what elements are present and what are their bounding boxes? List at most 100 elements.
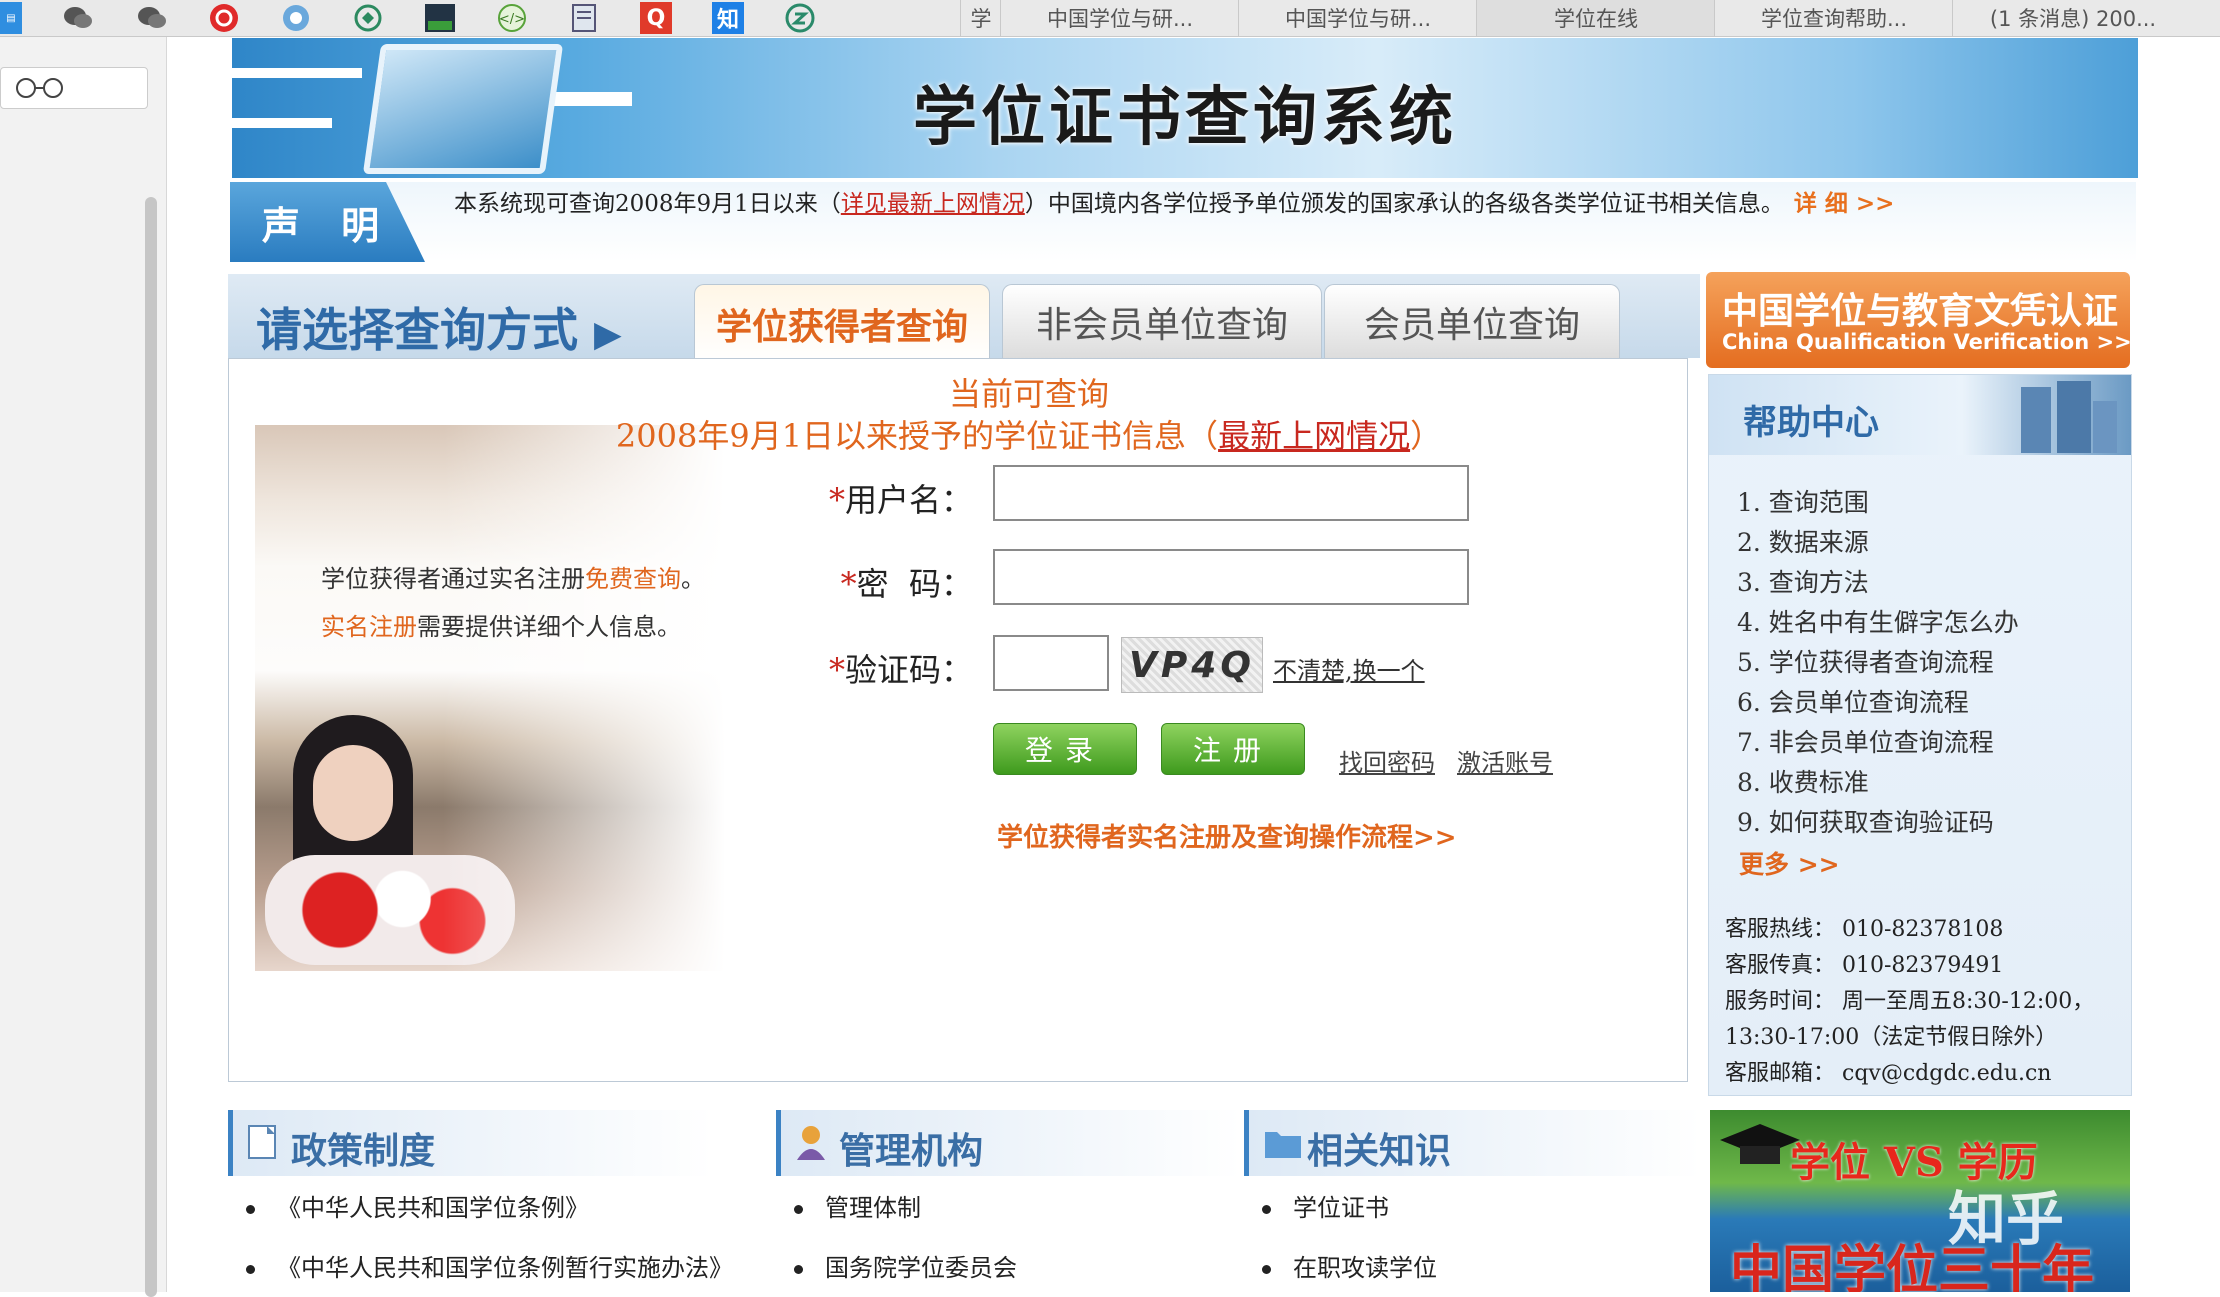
query-form-panel: 学位获得者通过实名注册免费查询。 实名注册需要提供详细个人信息。 当前可查询 2… xyxy=(228,358,1688,1082)
captcha-label: *验证码： xyxy=(828,651,973,689)
bullet xyxy=(794,1265,803,1274)
help-center-header: 帮助中心 xyxy=(1709,375,2131,455)
registration-flow-link[interactable]: 学位获得者实名注册及查询操作流程>> xyxy=(997,817,1457,854)
notice-label: 声 明 xyxy=(230,182,425,262)
activate-account-link[interactable]: 激活账号 xyxy=(1457,743,1553,778)
captcha-image: VP4Q xyxy=(1121,637,1263,693)
photo-caption-1: 学位获得者通过实名注册免费查询。 xyxy=(321,565,705,593)
captcha-refresh-link[interactable]: 不清楚,换一个 xyxy=(1273,651,1425,686)
photo-caption-2: 实名注册需要提供详细个人信息。 xyxy=(321,613,681,641)
query-method-label: 请选择查询方式 ▶ xyxy=(256,303,622,357)
help-item[interactable]: 4. 姓名中有生僻字怎么办 xyxy=(1737,603,2019,643)
knowledge-link[interactable]: 在职攻读学位 xyxy=(1262,1248,1437,1283)
help-item[interactable]: 9. 如何获取查询验证码 xyxy=(1737,803,2019,843)
current-query-title: 当前可查询 xyxy=(948,375,1109,413)
contact-hours-2: 13:30-17:00（法定节假日除外） xyxy=(1725,1025,2058,1050)
q-icon[interactable]: Q xyxy=(640,2,672,34)
section-title: 管理机构 xyxy=(839,1130,984,1172)
degree-promo-banner[interactable]: 学位 VS 学历 中国学位三十年 xyxy=(1710,1110,2130,1292)
bullet xyxy=(1262,1265,1271,1274)
latest-status-link[interactable]: 最新上网情况 xyxy=(1218,417,1410,455)
browser-tab[interactable]: 学位在线 xyxy=(1476,0,1715,36)
policy-link[interactable]: 《中华人民共和国学位条例》 xyxy=(246,1188,589,1223)
help-item[interactable]: 6. 会员单位查询流程 xyxy=(1737,683,2019,723)
password-input[interactable] xyxy=(993,549,1469,605)
zhihu-icon[interactable]: 知 xyxy=(712,2,744,34)
contact-fax: 客服传真： 010-82379491 xyxy=(1725,953,2004,978)
agency-link[interactable]: 国务院学位委员会 xyxy=(794,1248,1017,1283)
tab-member-query[interactable]: 会员单位查询 xyxy=(1324,284,1620,359)
zhihu-watermark: 知乎 xyxy=(1948,1185,2065,1253)
help-item[interactable]: 5. 学位获得者查询流程 xyxy=(1737,643,2019,683)
scrollbar[interactable] xyxy=(145,197,157,1297)
help-item[interactable]: 3. 查询方法 xyxy=(1737,563,2019,603)
browser-tab[interactable]: 学位查询帮助... xyxy=(1714,0,1953,36)
folder-icon xyxy=(1265,1132,1301,1158)
username-input[interactable] xyxy=(993,465,1469,521)
tab-non-member-query[interactable]: 非会员单位查询 xyxy=(1002,284,1322,359)
notice-text-part: ）中国境内各学位授予单位颁发的国家承认的各级各类学位证书相关信息。 xyxy=(1024,191,1784,217)
policy-link[interactable]: 《中华人民共和国学位条例暂行实施办法》 xyxy=(246,1248,733,1283)
notes-icon[interactable] xyxy=(568,2,600,34)
wechat-icon[interactable] xyxy=(62,2,94,34)
browser-side-panel xyxy=(0,37,167,1297)
help-list: 1. 查询范围 2. 数据来源 3. 查询方法 4. 姓名中有生僻字怎么办 5.… xyxy=(1737,483,2019,843)
document-icon xyxy=(248,1125,276,1159)
bookmark-icon[interactable]: ▤ xyxy=(0,2,22,34)
browser-tab[interactable]: (1 条消息) 200... xyxy=(1952,0,2193,36)
browser-tab-bar: ▤ </> Q 知 学 中国学位与研... 中国学位与研... 学位在线 学位查… xyxy=(0,0,2220,37)
contact-hours: 服务时间： 周一至周五8:30-12:00， xyxy=(1725,989,2095,1014)
notice-link[interactable]: 详见最新上网情况 xyxy=(841,191,1025,217)
browser-tab[interactable]: 中国学位与研... xyxy=(1000,0,1239,36)
section-title: 政策制度 xyxy=(291,1130,436,1172)
notice-more-link[interactable]: 详 细 >> xyxy=(1794,190,1895,217)
contact-email: 客服邮箱： cqv@cdgdc.edu.cn xyxy=(1725,1061,2052,1086)
help-item[interactable]: 7. 非会员单位查询流程 xyxy=(1737,723,2019,763)
translate-icon[interactable] xyxy=(784,2,816,34)
graduation-cap-icon xyxy=(1720,1124,1800,1164)
notice-text: 本系统现可查询2008年9月1日以来（详见最新上网情况）中国境内各学位授予单位颁… xyxy=(454,184,1894,218)
wechat-icon[interactable] xyxy=(136,2,168,34)
graduate-photo: 学位获得者通过实名注册免费查询。 实名注册需要提供详细个人信息。 xyxy=(255,425,725,971)
notice-bar: 声 明 本系统现可查询2008年9月1日以来（详见最新上网情况）中国境内各学位授… xyxy=(230,182,2136,262)
glasses-icon xyxy=(16,78,63,98)
notice-text-part: 本系统现可查询2008年9月1日以来（ xyxy=(454,191,841,217)
help-center: 帮助中心 1. 查询范围 2. 数据来源 3. 查询方法 4. 姓名中有生僻字怎… xyxy=(1708,374,2132,1096)
login-button[interactable]: 登录 xyxy=(993,723,1137,775)
cqv-banner[interactable]: 中国学位与教育文凭认证 China Qualification Verifica… xyxy=(1706,272,2132,368)
captcha-input[interactable] xyxy=(993,635,1109,691)
browser-tab[interactable]: 中国学位与研... xyxy=(1238,0,1477,36)
knowledge-link[interactable]: 学位证书 xyxy=(1262,1188,1389,1223)
svg-text:</>: </> xyxy=(499,12,525,27)
browser-tab[interactable]: 学 xyxy=(960,0,1001,36)
help-item[interactable]: 1. 查询范围 xyxy=(1737,483,2019,523)
bullet xyxy=(246,1265,255,1274)
header-banner: 学位证书查询系统 xyxy=(232,38,2138,178)
person-icon xyxy=(797,1126,825,1160)
bullet xyxy=(1262,1205,1271,1214)
page-title: 学位证书查询系统 xyxy=(913,80,1457,155)
contact-hotline: 客服热线： 010-82378108 xyxy=(1725,917,2004,942)
weibo-icon[interactable] xyxy=(208,2,240,34)
agency-link[interactable]: 管理体制 xyxy=(794,1188,921,1223)
section-policy-header: 政策制度 xyxy=(228,1110,713,1176)
forgot-password-link[interactable]: 找回密码 xyxy=(1339,743,1435,778)
help-more-link[interactable]: 更多 >> xyxy=(1739,845,1840,881)
reader-mode-button[interactable] xyxy=(0,67,148,109)
help-item[interactable]: 8. 收费标准 xyxy=(1737,763,2019,803)
building-icon xyxy=(2021,381,2117,453)
vpn-icon[interactable] xyxy=(352,2,384,34)
tab-degree-holder-query[interactable]: 学位获得者查询 xyxy=(694,284,990,363)
help-item[interactable]: 2. 数据来源 xyxy=(1737,523,2019,563)
code-icon[interactable]: </> xyxy=(496,2,528,34)
bullet xyxy=(794,1205,803,1214)
section-agency-header: 管理机构 xyxy=(776,1110,1241,1176)
register-button[interactable]: 注册 xyxy=(1161,723,1305,775)
image-icon[interactable] xyxy=(424,2,456,34)
password-label: *密 码： xyxy=(840,565,973,603)
edge-icon[interactable] xyxy=(280,2,312,34)
bullet xyxy=(246,1205,255,1214)
username-label: *用户名： xyxy=(828,481,973,519)
section-title: 相关知识 xyxy=(1307,1130,1452,1172)
section-knowledge-header: 相关知识 xyxy=(1244,1110,1701,1176)
